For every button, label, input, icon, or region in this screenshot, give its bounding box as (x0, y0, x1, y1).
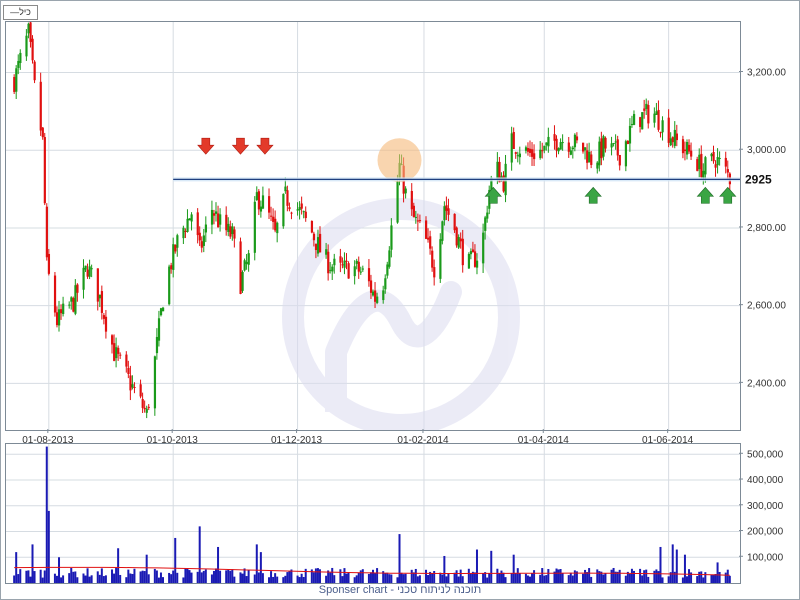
legend-box[interactable]: —כיל (3, 5, 38, 20)
price-y-tick-label: 2,600.00 (747, 301, 786, 312)
price-y-tick-label: 2,800.00 (747, 223, 786, 234)
price-y-tick-label: 3,000.00 (747, 145, 786, 156)
volume-axis: 100,000 200,000 300,000 400,000 500,000 (739, 449, 784, 563)
volume-y-tick-label: 200,000 (747, 527, 784, 538)
volume-y-tick-label: 100,000 (747, 552, 784, 563)
price-y-tick-label: 3,200.00 (747, 68, 786, 79)
volume-y-tick-label: 300,000 (747, 501, 784, 512)
footer-credit: Sponser chart - תוכנה לניתוח טכני (318, 584, 482, 596)
price-axis: 2,400.00 2,600.00 2,800.00 3,000.00 3,200.00… (22, 68, 786, 445)
current-price-label: 2925 (745, 172, 772, 186)
price-y-tick-label: 2,400.00 (747, 378, 786, 389)
volume-y-tick-label: 400,000 (747, 475, 784, 486)
volume-y-tick-label: 500,000 (747, 449, 784, 460)
